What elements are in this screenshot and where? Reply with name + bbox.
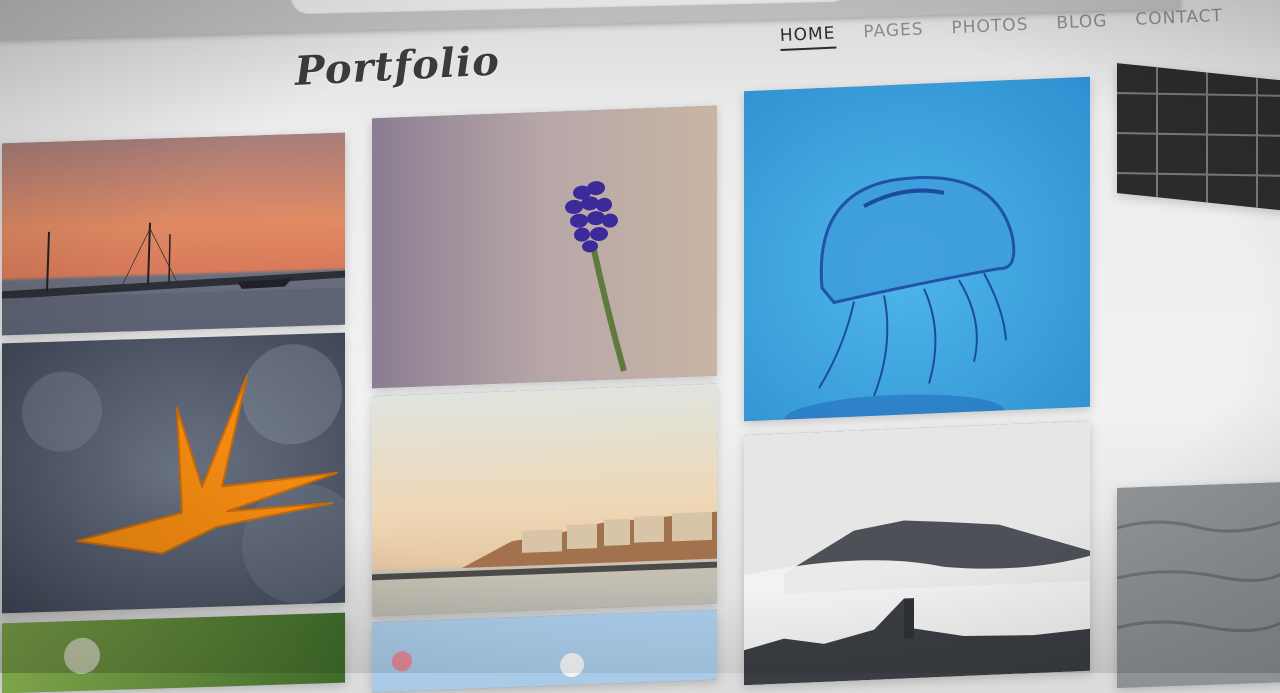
gallery-tile-coastal-town[interactable] <box>372 383 717 617</box>
gallery-tile-mountain[interactable] <box>744 420 1090 686</box>
gallery-tile-flower[interactable] <box>372 105 717 389</box>
nav-photos[interactable]: PHOTOS <box>951 15 1029 43</box>
nav-contact[interactable]: CONTACT <box>1135 6 1224 35</box>
black-white-water-photo <box>1117 482 1280 688</box>
site-logo[interactable]: Portfolio <box>294 37 501 95</box>
sailboats-sunset-photo <box>2 132 345 336</box>
gallery-tile-sky[interactable] <box>372 609 717 693</box>
misty-mountain-village-photo <box>744 420 1090 686</box>
nav-blog[interactable]: BLOG <box>1056 11 1108 38</box>
sky-flowers-photo <box>372 609 717 693</box>
gallery-tile-foliage[interactable] <box>2 612 345 693</box>
coastal-town-photo <box>372 383 717 617</box>
black-white-structure-photo <box>1117 63 1280 211</box>
green-foliage-photo <box>2 612 345 693</box>
grape-hyacinth-flower-photo <box>372 105 717 389</box>
gallery-tile-water[interactable] <box>1117 482 1280 688</box>
nav-pages[interactable]: PAGES <box>863 19 924 47</box>
gallery-tile-starfish[interactable] <box>2 332 345 614</box>
jellyfish-photo <box>744 76 1090 422</box>
gallery-tile-sailboats[interactable] <box>2 132 345 336</box>
gallery-tile-structure[interactable] <box>1117 63 1280 211</box>
orange-starfish-photo <box>2 332 345 614</box>
nav-home[interactable]: HOME <box>779 23 837 51</box>
gallery-tile-jellyfish[interactable] <box>744 76 1090 422</box>
